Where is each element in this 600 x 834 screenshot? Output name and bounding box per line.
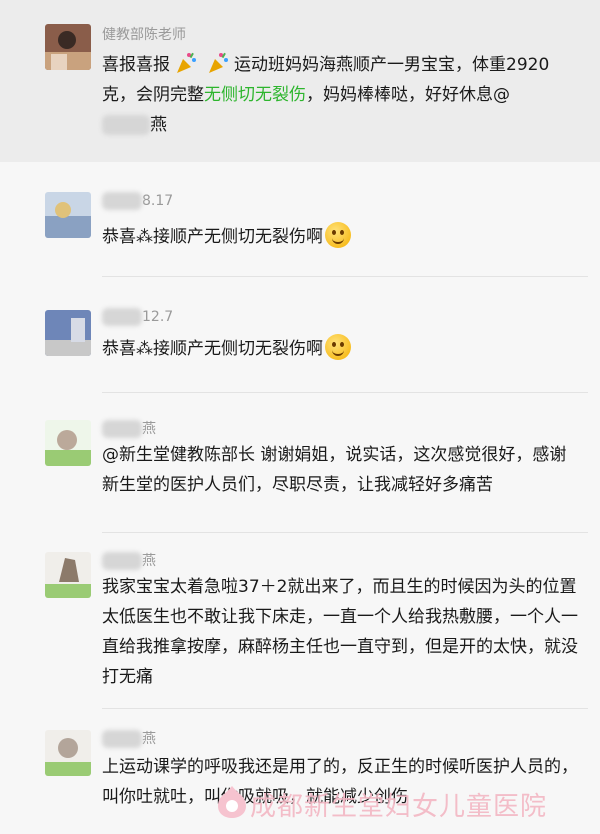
sender-name: 健教部陈老师 [102,27,186,43]
avatar[interactable] [45,24,91,70]
avatar[interactable] [45,552,91,598]
sender-name: 燕 [102,418,156,438]
message-item: 燕 我家宝宝太着急啦37＋2就出来了，而且生的时候因为头的位置太低医生也不敢让我… [0,534,600,710]
sender-name: 燕 [102,728,156,748]
divider [102,276,588,277]
sender-name: 燕 [102,550,156,570]
message-text: 恭喜⁂接顺产无侧切无裂伤啊 [102,334,580,364]
sender-name: 12.7 [102,308,173,326]
blurred-mention [102,115,150,135]
avatar[interactable] [45,192,91,238]
avatar[interactable] [45,310,91,356]
watermark: 成都新生堂妇女儿童医院 [250,792,548,822]
avatar[interactable] [45,730,91,776]
message-text: @新生堂健教陈部长 谢谢娟姐，说实话，这次感觉很好，感谢新生堂的医护人员们，尽职… [102,445,567,495]
message-item: 燕 @新生堂健教陈部长 谢谢娟姐，说实话，这次感觉很好，感谢新生堂的医护人员们，… [0,394,600,534]
message-item: 12.7 恭喜⁂接顺产无侧切无裂伤啊 [0,278,600,394]
grin-emoji-icon [325,334,351,360]
message-item: 健教部陈老师 喜报喜报 运动班妈妈海燕顺产一男宝宝，体重2920克，会阴完整无侧切… [0,0,600,162]
highlight-text: 无侧切无裂伤 [204,85,306,105]
grin-emoji-icon [325,222,351,248]
party-popper-icon [209,52,228,73]
message-text: 喜报喜报 运动班妈妈海燕顺产一男宝宝，体重2920克，会阴完整无侧切无裂伤，妈妈棒… [102,50,580,140]
party-popper-icon [177,52,196,73]
message-item: 8.17 恭喜⁂接顺产无侧切无裂伤啊 [0,162,600,278]
sender-name: 8.17 [102,192,173,210]
avatar[interactable] [45,420,91,466]
message-text: 恭喜⁂接顺产无侧切无裂伤啊 [102,222,580,252]
message-text: 我家宝宝太着急啦37＋2就出来了，而且生的时候因为头的位置太低医生也不敢让我下床… [102,577,578,687]
hospital-logo-icon [218,786,246,818]
divider [102,532,588,533]
divider [102,392,588,393]
divider [102,708,588,709]
